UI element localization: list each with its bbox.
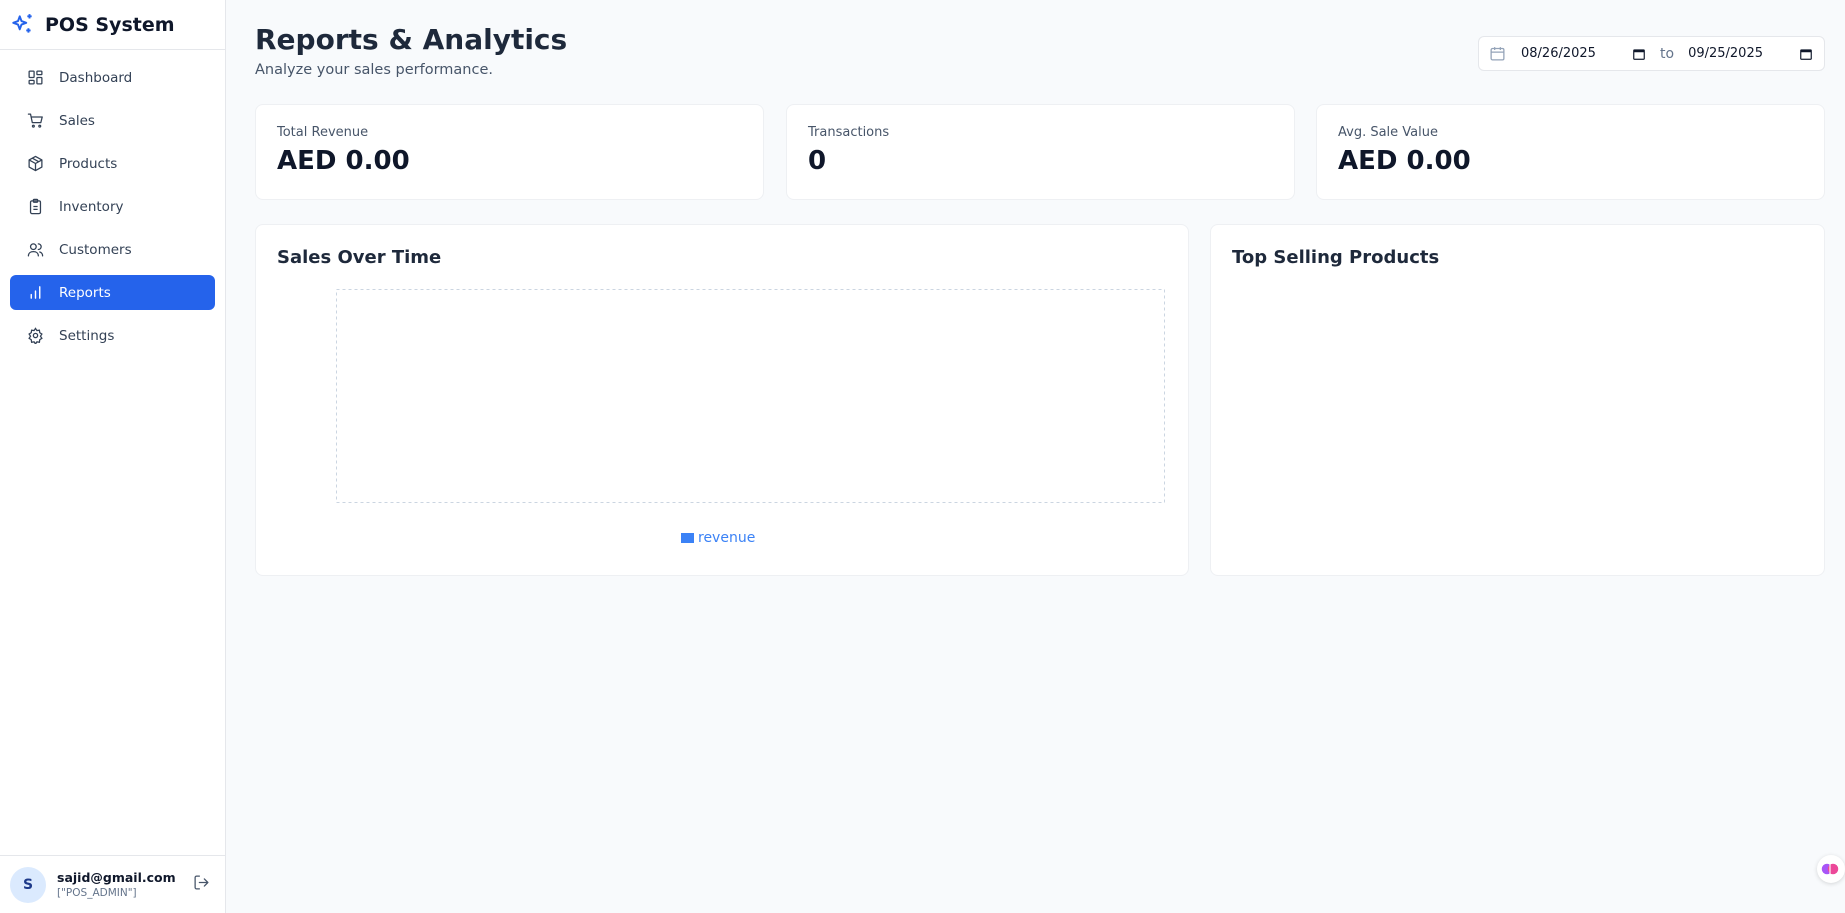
date-range-picker: 08/26/2025 to 09/25/2025 — [1478, 36, 1825, 71]
dashboard-icon — [25, 68, 45, 88]
legend-swatch — [681, 533, 694, 543]
sidebar-item-label: Settings — [59, 327, 115, 344]
stat-label: Avg. Sale Value — [1338, 125, 1439, 140]
sidebar-item-customers[interactable]: Customers — [10, 232, 215, 267]
user-panel: S sajid@gmail.com ["POS_ADMIN"] — [0, 855, 225, 913]
logout-button[interactable] — [189, 873, 213, 897]
stat-label: Transactions — [808, 125, 890, 140]
bar-chart-icon — [25, 283, 45, 303]
sidebar-item-label: Sales — [59, 112, 95, 129]
user-info: sajid@gmail.com ["POS_ADMIN"] — [57, 870, 189, 899]
assistant-icon[interactable] — [1817, 855, 1845, 883]
stat-label: Total Revenue — [277, 125, 369, 140]
date-range-separator: to — [1660, 45, 1675, 62]
calendar-picker-icon[interactable] — [1632, 47, 1646, 61]
date-to-value: 09/25/2025 — [1688, 46, 1763, 61]
gear-icon — [25, 326, 45, 346]
avatar: S — [10, 866, 46, 903]
date-from-input[interactable]: 08/26/2025 — [1519, 42, 1648, 66]
page-title: Reports & Analytics — [255, 23, 568, 56]
date-to-input[interactable]: 09/25/2025 — [1686, 42, 1815, 66]
stat-value: AED 0.00 — [1338, 146, 1471, 176]
sidebar-item-inventory[interactable]: Inventory — [10, 189, 215, 224]
logout-icon — [193, 874, 210, 895]
brain-icon — [1821, 863, 1839, 875]
stat-value: AED 0.00 — [277, 146, 410, 176]
sidebar-item-label: Products — [59, 155, 118, 172]
clipboard-icon — [25, 197, 45, 217]
cart-icon — [25, 111, 45, 131]
chart-legend[interactable]: revenue — [681, 530, 755, 546]
sidebar-item-label: Inventory — [59, 198, 124, 215]
date-from-value: 08/26/2025 — [1521, 46, 1596, 61]
sidebar-item-reports[interactable]: Reports — [10, 275, 215, 310]
sparkles-icon — [9, 11, 37, 39]
stat-card-transactions: Transactions 0 — [786, 104, 1295, 200]
stat-card-avg-sale-value: Avg. Sale Value AED 0.00 — [1316, 104, 1825, 200]
users-icon — [25, 240, 45, 260]
sidebar-item-label: Dashboard — [59, 69, 133, 86]
app-title: POS System — [45, 13, 175, 36]
user-email: sajid@gmail.com — [57, 870, 176, 885]
sidebar-item-label: Reports — [59, 284, 111, 301]
top-selling-products-panel: Top Selling Products — [1210, 224, 1825, 576]
top-selling-products-title: Top Selling Products — [1232, 247, 1440, 268]
sales-over-time-panel: Sales Over Time revenue — [255, 224, 1189, 576]
legend-label: revenue — [698, 530, 756, 546]
calendar-icon — [1487, 45, 1507, 62]
sidebar-nav: Dashboard Sales Products Inventory Custo… — [0, 50, 225, 371]
box-icon — [25, 154, 45, 174]
page-subtitle: Analyze your sales performance. — [255, 62, 493, 78]
stat-value: 0 — [808, 146, 827, 176]
sidebar-item-dashboard[interactable]: Dashboard — [10, 60, 215, 95]
chart-plot-area — [336, 289, 1165, 503]
sidebar-item-settings[interactable]: Settings — [10, 318, 215, 353]
sales-over-time-title: Sales Over Time — [277, 247, 442, 268]
brand: POS System — [0, 0, 225, 50]
sidebar: POS System Dashboard Sales Products Inve… — [0, 0, 226, 913]
sidebar-item-products[interactable]: Products — [10, 146, 215, 181]
user-role: ["POS_ADMIN"] — [57, 887, 137, 899]
sidebar-item-label: Customers — [59, 241, 132, 258]
sidebar-item-sales[interactable]: Sales — [10, 103, 215, 138]
calendar-picker-icon[interactable] — [1799, 47, 1813, 61]
sales-chart — [336, 289, 1165, 503]
stat-card-total-revenue: Total Revenue AED 0.00 — [255, 104, 764, 200]
